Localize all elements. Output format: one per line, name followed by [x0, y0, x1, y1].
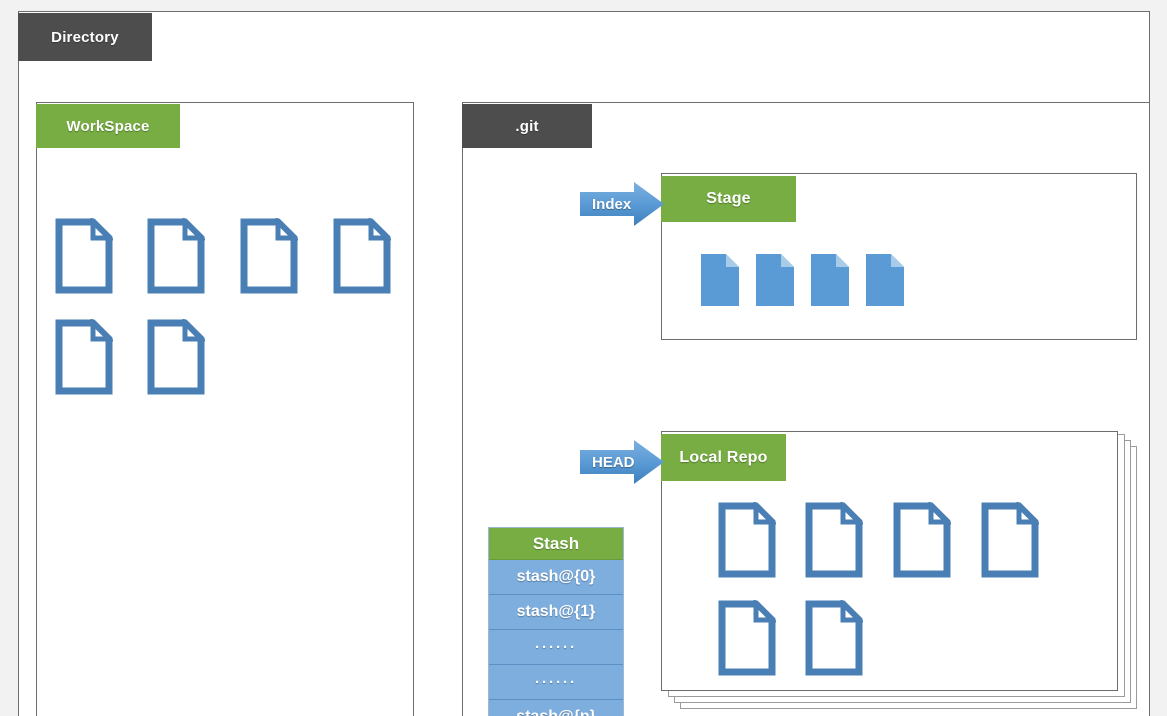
stash-table: Stash stash@{0} stash@{1} ······ ······ … — [488, 527, 624, 716]
stage-tab-label: Stage — [706, 190, 751, 207]
diagram-canvas: Directory WorkSpace .git Stage Index Loc… — [0, 0, 1167, 716]
repo-doc-6 — [805, 600, 863, 676]
stash-table-header: Stash — [489, 528, 623, 560]
stash-row-label: ······ — [535, 673, 577, 691]
head-arrow[interactable]: HEAD — [580, 440, 664, 484]
workspace-panel — [36, 102, 414, 716]
stage-doc-4 — [866, 254, 904, 306]
stash-row-label: stash@{1} — [516, 603, 596, 620]
stash-row-3[interactable]: ······ — [489, 665, 623, 700]
workspace-tab-label: WorkSpace — [66, 117, 150, 135]
workspace-doc-4 — [333, 218, 391, 294]
repo-doc-2 — [805, 502, 863, 578]
stage-doc-1 — [701, 254, 739, 306]
git-tab-label: .git — [515, 117, 539, 135]
stash-row-1[interactable]: stash@{1} — [489, 595, 623, 630]
workspace-doc-2 — [147, 218, 205, 294]
stash-row-2[interactable]: ······ — [489, 630, 623, 665]
workspace-doc-6 — [147, 319, 205, 395]
stage-doc-2 — [756, 254, 794, 306]
git-tab[interactable]: .git — [462, 104, 592, 148]
index-arrow[interactable]: Index — [580, 182, 664, 226]
repo-doc-1 — [718, 502, 776, 578]
stash-header-label: Stash — [532, 533, 580, 553]
directory-tab-label: Directory — [51, 28, 119, 46]
stash-row-label: ······ — [535, 638, 577, 656]
stage-tab[interactable]: Stage — [661, 176, 796, 222]
stash-row-label: stash@{0} — [516, 568, 596, 585]
workspace-doc-3 — [240, 218, 298, 294]
repo-doc-4 — [981, 502, 1039, 578]
stash-row-label: stash@{n} — [516, 708, 596, 716]
workspace-doc-5 — [55, 319, 113, 395]
repo-doc-5 — [718, 600, 776, 676]
stash-row-0[interactable]: stash@{0} — [489, 560, 623, 595]
local-repo-tab[interactable]: Local Repo — [661, 434, 786, 481]
local-repo-tab-label: Local Repo — [679, 448, 768, 466]
stage-doc-3 — [811, 254, 849, 306]
workspace-tab[interactable]: WorkSpace — [36, 104, 180, 148]
stash-row-4[interactable]: stash@{n} — [489, 700, 623, 716]
workspace-doc-1 — [55, 218, 113, 294]
directory-tab[interactable]: Directory — [18, 13, 152, 61]
repo-doc-3 — [893, 502, 951, 578]
